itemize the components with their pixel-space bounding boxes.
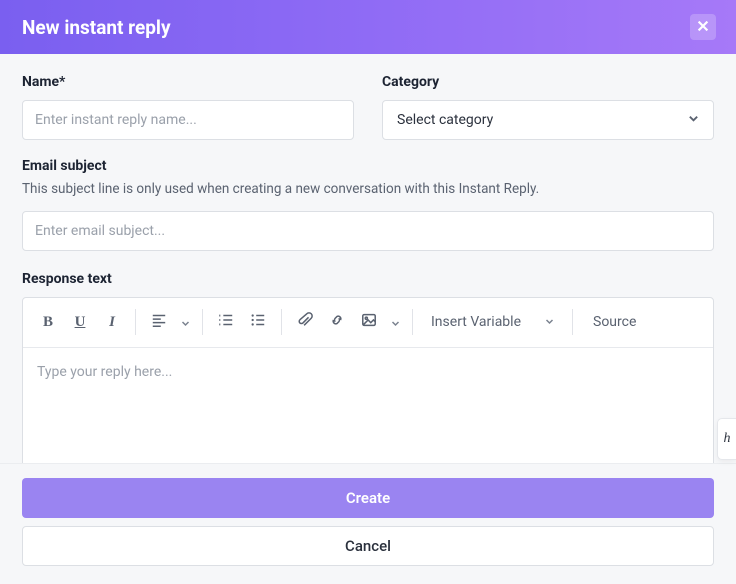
create-button[interactable]: Create [22,478,714,518]
email-subject-input[interactable] [22,211,714,251]
chevron-down-icon [391,313,400,332]
close-button[interactable] [690,14,716,40]
insert-variable-label: Insert Variable [431,314,521,330]
align-left-icon [151,312,167,332]
response-text-label: Response text [22,271,714,287]
underline-button[interactable]: U [65,306,95,338]
italic-button[interactable]: I [97,306,127,338]
cancel-button[interactable]: Cancel [22,526,714,566]
toolbar-divider [135,309,136,335]
chevron-down-icon [688,112,699,128]
ordered-list-button[interactable] [211,306,241,338]
bold-icon: B [43,314,53,331]
toolbar-divider [412,309,413,335]
category-label: Category [382,74,714,90]
field-email-subject: Email subject This subject line is only … [22,158,714,251]
category-select[interactable]: Select category [382,100,714,140]
toolbar-divider [281,309,282,335]
unordered-list-icon [250,312,266,332]
side-help-widget[interactable]: h [717,418,736,460]
toolbar-divider [572,309,573,335]
editor: B U I [22,297,714,479]
modal-header: New instant reply [0,0,736,54]
image-dropdown[interactable] [386,306,404,338]
category-selected-value: Select category [397,112,493,128]
image-button[interactable] [354,306,384,338]
image-icon [361,312,377,332]
editor-toolbar: B U I [23,298,713,348]
attachment-button[interactable] [290,306,320,338]
chevron-down-icon [181,313,190,332]
link-button[interactable] [322,306,352,338]
paperclip-icon [297,312,313,332]
email-subject-label: Email subject [22,158,714,174]
close-icon [696,18,710,37]
align-button[interactable] [144,306,174,338]
source-label: Source [593,314,636,330]
email-subject-helper: This subject line is only used when crea… [22,180,714,199]
insert-variable-dropdown[interactable]: Insert Variable [421,306,564,338]
bold-button[interactable]: B [33,306,63,338]
toolbar-divider [202,309,203,335]
name-label: Name* [22,74,354,90]
modal-footer: Create Cancel [0,463,736,584]
link-icon [329,312,345,332]
side-widget-glyph: h [724,431,731,447]
response-text-editor[interactable]: Type your reply here... [23,348,713,479]
align-dropdown[interactable] [176,306,194,338]
modal-title: New instant reply [22,16,171,39]
field-category: Category Select category [382,74,714,140]
field-response-text: Response text B U I [22,271,714,479]
ordered-list-icon [218,312,234,332]
underline-icon: U [75,314,86,331]
source-button[interactable]: Source [581,306,642,338]
name-input[interactable] [22,100,354,140]
field-name: Name* [22,74,354,140]
italic-icon: I [109,314,115,331]
unordered-list-button[interactable] [243,306,273,338]
modal-scroll-region[interactable]: Name* Category Select category Email sub… [0,54,736,479]
chevron-down-icon [545,314,554,330]
